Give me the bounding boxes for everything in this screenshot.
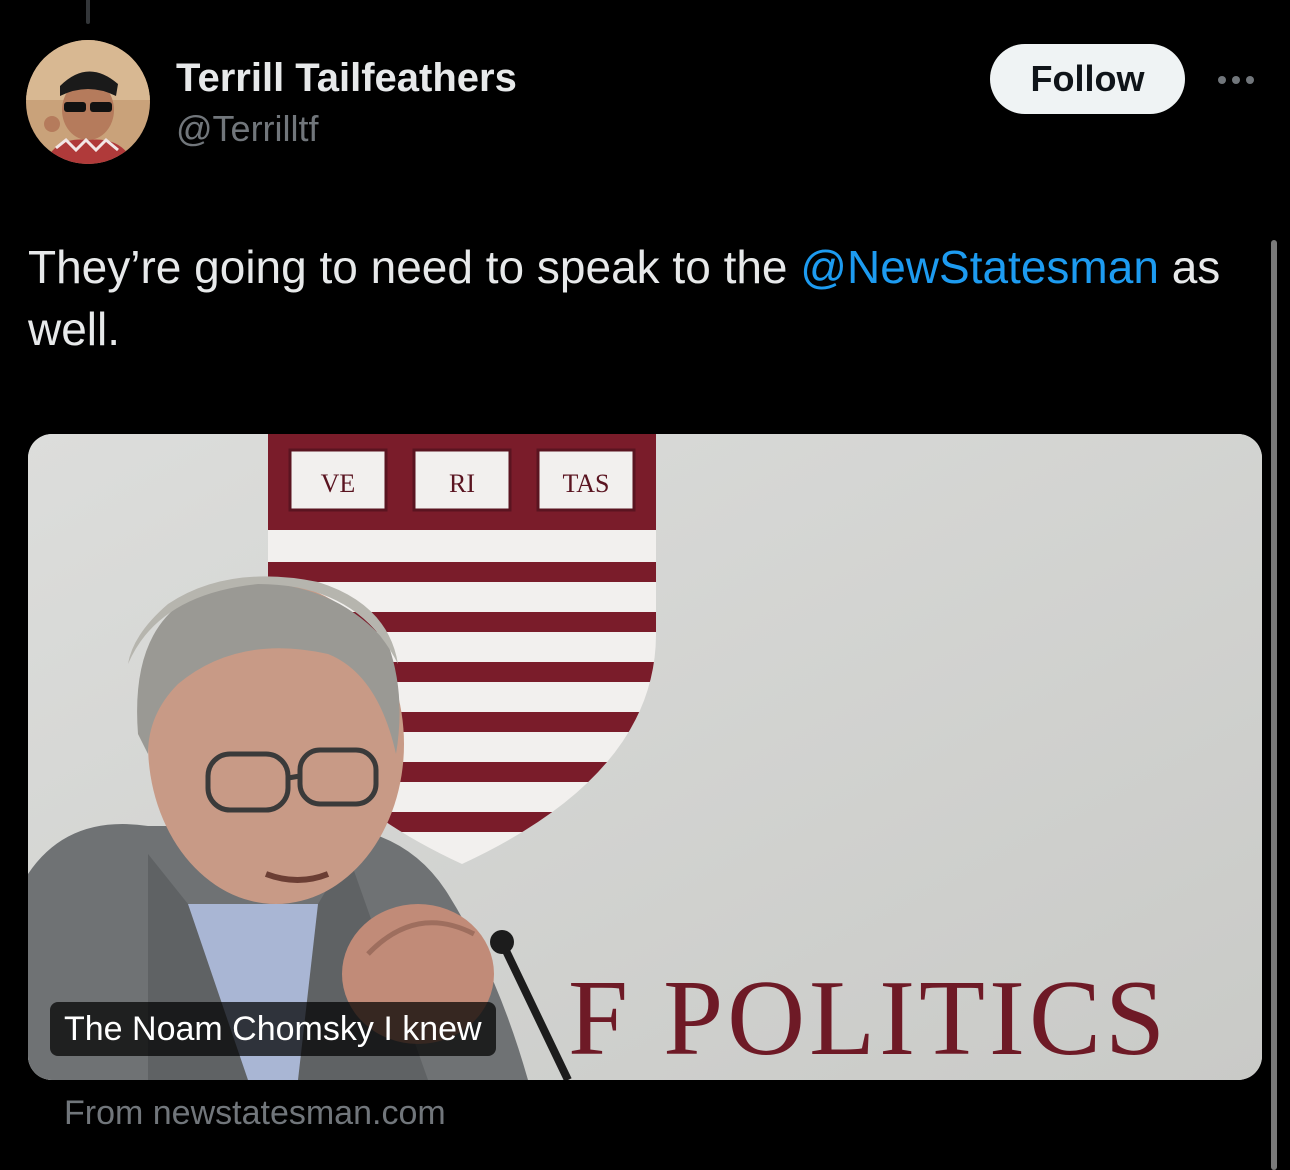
follow-button[interactable]: Follow (990, 44, 1185, 114)
scrollbar[interactable] (1271, 240, 1277, 1170)
veritas-ve: VE (321, 469, 356, 498)
more-dots-icon-dot (1232, 76, 1240, 84)
banner-politics-text: F POLITICS (568, 959, 1169, 1078)
veritas-ri: RI (449, 469, 475, 498)
thread-connector-line (86, 0, 90, 24)
author-display-name[interactable]: Terrill Tailfeathers (176, 56, 517, 101)
veritas-books: VE RI TAS (288, 448, 636, 512)
link-preview-card[interactable]: VE RI TAS F POLITICS The Noam Chomsky I … (28, 434, 1262, 1080)
tweet-text: They’re going to need to speak to the @N… (28, 236, 1248, 360)
more-dots-icon (1218, 76, 1226, 84)
card-title: The Noam Chomsky I knew (50, 1002, 496, 1056)
more-dots-icon-dot (1246, 76, 1254, 84)
card-image: VE RI TAS F POLITICS (28, 434, 1262, 1080)
veritas-tas: TAS (562, 469, 609, 498)
avatar-photo-icon (26, 40, 150, 164)
more-options-button[interactable] (1210, 62, 1262, 98)
card-source-link[interactable]: From newstatesman.com (64, 1094, 446, 1133)
author-avatar[interactable] (26, 40, 150, 164)
author-handle[interactable]: @Terrilltf (176, 108, 319, 150)
tweet-text-before: They’re going to need to speak to the (28, 241, 801, 293)
tweet-mention-link[interactable]: @NewStatesman (800, 241, 1159, 293)
